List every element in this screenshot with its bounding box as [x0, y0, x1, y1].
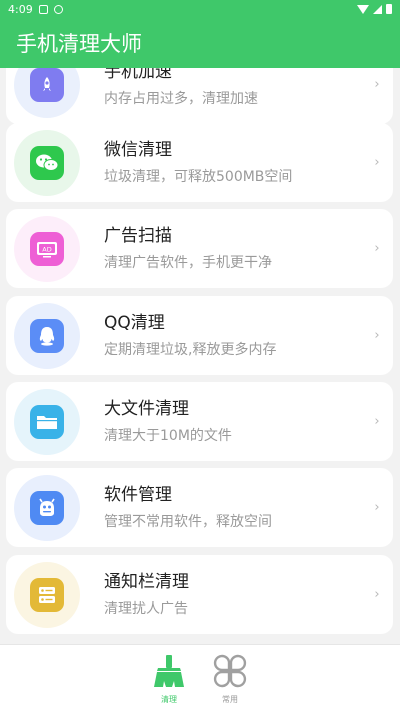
wifi-icon — [357, 4, 369, 14]
broom-icon — [144, 653, 194, 693]
signal-icon — [373, 4, 382, 14]
status-time: 4:09 — [8, 2, 33, 16]
icon-circle — [14, 68, 80, 118]
chevron-right-icon: › — [374, 241, 380, 256]
notification-circle-icon — [53, 4, 63, 14]
app-title: 手机清理大师 — [16, 32, 142, 56]
chevron-right-icon: › — [374, 77, 380, 92]
item-subtitle: 清理扰人广告 — [104, 600, 188, 617]
item-title: QQ清理 — [104, 312, 165, 333]
item-title: 广告扫描 — [104, 225, 172, 246]
item-subtitle: 定期清理垃圾,释放更多内存 — [104, 341, 277, 358]
chevron-right-icon: › — [374, 500, 380, 515]
status-bar: 4:09 — [0, 0, 400, 18]
rocket-icon — [30, 68, 64, 102]
item-qq-clean[interactable]: QQ清理 定期清理垃圾,释放更多内存 › — [6, 296, 393, 375]
icon-circle — [14, 129, 80, 196]
clover-icon — [205, 653, 255, 693]
battery-icon — [386, 4, 392, 14]
tab-clean[interactable]: 清理 — [144, 653, 194, 705]
android-icon — [30, 490, 64, 525]
chevron-right-icon: › — [374, 328, 380, 343]
chevron-right-icon: › — [374, 155, 380, 170]
item-subtitle: 垃圾清理，可释放500MB空间 — [104, 168, 293, 185]
item-ad-scan[interactable]: AD 广告扫描 清理广告软件，手机更干净 › — [6, 209, 393, 288]
icon-circle — [14, 388, 80, 455]
notification-square-icon — [38, 4, 48, 14]
svg-text:AD: AD — [42, 245, 51, 253]
chevron-right-icon: › — [374, 414, 380, 429]
item-large-file-clean[interactable]: 大文件清理 清理大于10M的文件 › — [6, 382, 393, 461]
tab-common[interactable]: 常用 — [205, 653, 255, 705]
bottom-tab-bar: 清理 常用 — [0, 644, 400, 712]
item-title: 大文件清理 — [104, 398, 189, 419]
notification-bar-icon — [30, 577, 64, 612]
tab-label: 清理 — [161, 695, 177, 704]
ad-icon: AD — [30, 231, 64, 266]
item-title: 通知栏清理 — [104, 571, 189, 592]
item-title: 软件管理 — [104, 484, 172, 505]
folder-icon — [30, 404, 64, 439]
item-phone-boost[interactable]: 手机加速 内存占用过多，清理加速 › — [6, 68, 393, 124]
item-title: 微信清理 — [104, 139, 172, 160]
feature-list[interactable]: 手机加速 内存占用过多，清理加速 › 微信清理 垃圾清理，可释放500MB空间 … — [0, 68, 400, 644]
tab-label: 常用 — [222, 695, 238, 704]
item-title: 手机加速 — [104, 68, 172, 82]
icon-circle — [14, 474, 80, 541]
item-subtitle: 清理大于10M的文件 — [104, 427, 232, 444]
icon-circle: AD — [14, 215, 80, 282]
qq-icon — [30, 318, 64, 353]
item-subtitle: 管理不常用软件，释放空间 — [104, 513, 272, 530]
item-subtitle: 内存占用过多，清理加速 — [104, 90, 258, 107]
icon-circle — [14, 302, 80, 369]
app-bar: 手机清理大师 — [0, 18, 400, 68]
item-app-manager[interactable]: 软件管理 管理不常用软件，释放空间 › — [6, 468, 393, 547]
item-wechat-clean[interactable]: 微信清理 垃圾清理，可释放500MB空间 › — [6, 123, 393, 202]
chevron-right-icon: › — [374, 587, 380, 602]
item-subtitle: 清理广告软件，手机更干净 — [104, 254, 272, 271]
icon-circle — [14, 561, 80, 628]
wechat-icon — [30, 145, 64, 180]
item-notification-clean[interactable]: 通知栏清理 清理扰人广告 › — [6, 555, 393, 634]
